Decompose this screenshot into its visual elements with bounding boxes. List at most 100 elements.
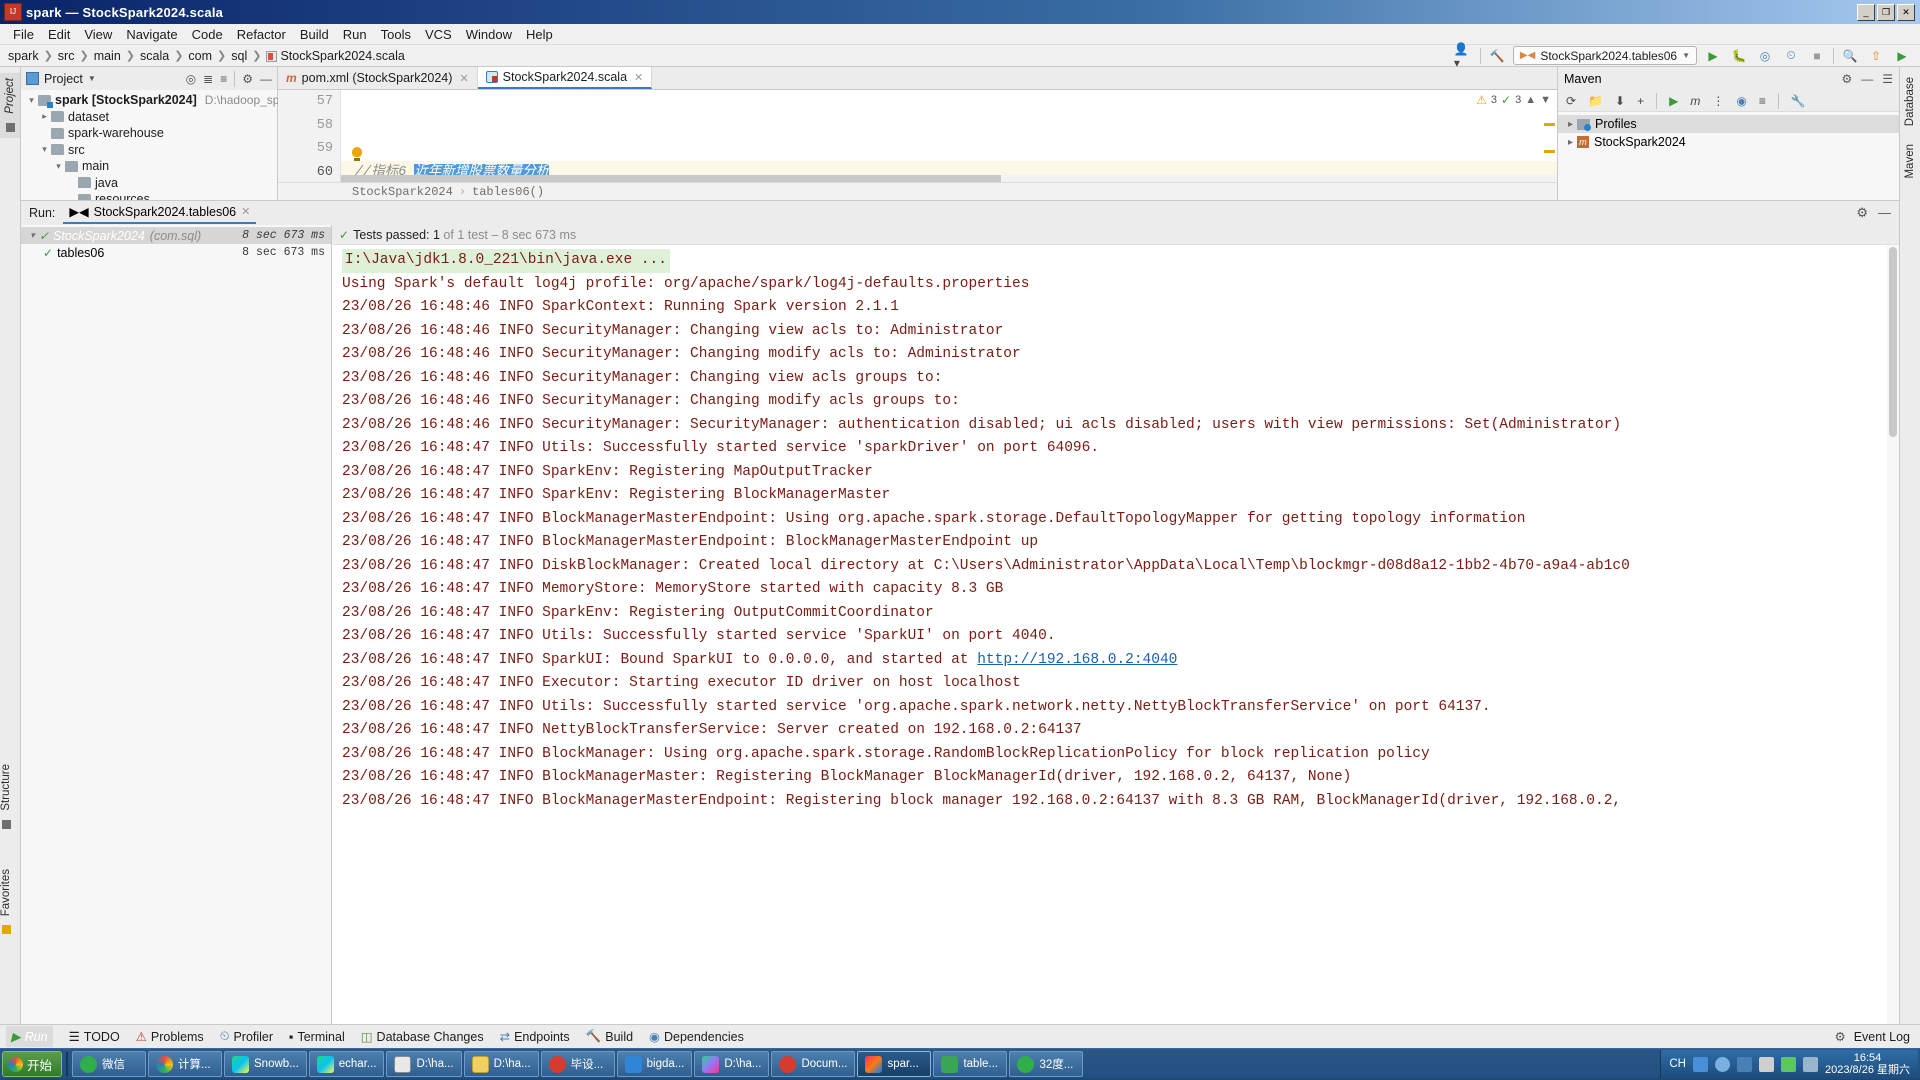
menu-tools[interactable]: Tools [374, 25, 418, 44]
tree-node-java[interactable]: java [21, 175, 277, 192]
profile-icon[interactable]: ⏲ [1781, 47, 1801, 65]
close-icon[interactable]: ✕ [241, 205, 250, 218]
code-area[interactable]: 57 58 59 60 //指标6 近年新增股票数量分析 ⚠ 3 ✓ 3 ▲ ▼… [278, 90, 1557, 200]
sidebar-item-favorites[interactable]: Favorites [0, 865, 12, 939]
tool-window-run[interactable]: ▶ Run [6, 1026, 53, 1047]
breadcrumb-main[interactable]: main [94, 49, 121, 63]
maximize-button[interactable]: ❐ [1877, 3, 1895, 21]
chevron-down-icon[interactable]: ▾ [38, 144, 51, 155]
taskbar-button-excel[interactable]: table... [933, 1051, 1008, 1077]
chevron-right-icon[interactable]: ▸ [1564, 137, 1577, 148]
sidebar-item-maven[interactable]: Maven [1900, 140, 1920, 183]
run-icon[interactable]: ▶ [1703, 47, 1723, 65]
tab-pom-xml[interactable]: m pom.xml (StockSpark2024) ✕ [278, 67, 478, 89]
code-line[interactable] [341, 114, 1557, 138]
chevron-right-icon[interactable]: ▸ [1564, 119, 1577, 130]
taskbar-button-snail[interactable]: 毕设... [540, 1051, 615, 1077]
tool-window-todo[interactable]: ☰ TODO [69, 1029, 120, 1045]
scrollbar-thumb[interactable] [341, 175, 1001, 182]
tool-window-database-changes[interactable]: ◫ Database Changes [361, 1029, 484, 1045]
run-tab[interactable]: ▶◀ StockSpark2024.tables06 ✕ [63, 202, 257, 224]
run-icon[interactable]: ▶ [1669, 94, 1678, 108]
user-icon[interactable]: 👤▾ [1454, 42, 1474, 70]
breadcrumb-spark[interactable]: spark [8, 49, 39, 63]
menu-build[interactable]: Build [293, 25, 336, 44]
taskbar-button-bigdata[interactable]: bigda... [616, 1051, 693, 1077]
taskbar-button-word[interactable]: Docum... [771, 1051, 856, 1077]
taskbar-button-browser[interactable]: 计算... [148, 1051, 223, 1077]
breadcrumb-com[interactable]: com [188, 49, 212, 63]
build-hammer-icon[interactable]: 🔨 [1487, 47, 1507, 65]
share-icon[interactable]: ▶ [1892, 47, 1912, 65]
offline-icon[interactable]: ◉ [1736, 94, 1746, 108]
gear-icon[interactable]: ⚙ [1841, 72, 1852, 86]
coverage-icon[interactable]: ◎ [1755, 47, 1775, 65]
tool-window-problems[interactable]: ⚠ Problems [136, 1029, 204, 1045]
more-icon[interactable]: ☰ [1882, 72, 1893, 86]
menu-file[interactable]: File [6, 25, 41, 44]
breadcrumb-file[interactable]: StockSpark2024.scala [280, 49, 404, 63]
menu-window[interactable]: Window [459, 25, 519, 44]
stop-icon[interactable]: ■ [1807, 47, 1827, 65]
search-icon[interactable]: 🔍 [1840, 47, 1860, 65]
hide-icon[interactable]: — [1878, 205, 1891, 221]
tab-stockspark2024-scala[interactable]: StockSpark2024.scala ✕ [477, 67, 653, 89]
tool-window-dependencies[interactable]: ◉ Dependencies [649, 1029, 744, 1045]
taskbar-button-echar[interactable]: echar... [308, 1051, 385, 1077]
next-problem-icon[interactable]: ▼ [1540, 94, 1551, 106]
tree-node-spark[interactable]: ▾ spark [StockSpark2024] D:\hadoop_spark [21, 92, 296, 109]
sidebar-item-database[interactable]: Database [1900, 73, 1920, 130]
refresh-icon[interactable]: ⟳ [1566, 94, 1576, 108]
download-icon[interactable]: ⬇ [1615, 94, 1625, 108]
gear-icon[interactable]: ⚙ [242, 72, 253, 86]
battery-icon[interactable] [1781, 1056, 1796, 1072]
taskbar-button-folder[interactable]: D:\ha... [463, 1051, 539, 1077]
close-button[interactable]: ✕ [1897, 3, 1915, 21]
hide-icon[interactable]: — [1861, 72, 1873, 86]
code-line[interactable] [341, 137, 1557, 161]
intention-bulb-icon[interactable] [352, 147, 362, 161]
chevron-down-icon[interactable]: ▾ [52, 161, 65, 172]
plus-icon[interactable]: + [1637, 94, 1644, 108]
tool-window-profiler[interactable]: ⏲ Profiler [220, 1029, 273, 1044]
minimize-button[interactable]: _ [1857, 3, 1875, 21]
chevron-down-icon[interactable]: ▼ [88, 74, 96, 83]
taskbar-button-datagrip[interactable]: D:\ha... [694, 1051, 770, 1077]
cloud-icon[interactable] [1715, 1056, 1730, 1072]
skip-tests-icon[interactable]: ⋮ [1712, 94, 1724, 108]
menu-navigate[interactable]: Navigate [119, 25, 184, 44]
settings-icon[interactable]: 🔧 [1791, 94, 1806, 108]
breadcrumb-class[interactable]: StockSpark2024 [352, 185, 453, 199]
scrollbar-thumb[interactable] [1889, 247, 1897, 437]
editor-hscrollbar[interactable] [341, 175, 1557, 182]
menu-view[interactable]: View [77, 25, 119, 44]
add-folder-icon[interactable]: 📁 [1588, 94, 1603, 108]
spark-ui-link[interactable]: http://192.168.0.2:4040 [977, 652, 1177, 668]
event-log-label[interactable]: Event Log [1854, 1030, 1910, 1044]
chevron-down-icon[interactable]: ▾ [26, 230, 39, 241]
run-configuration-selector[interactable]: ▶◀ StockSpark2024.tables06 ▼ [1512, 46, 1697, 65]
breadcrumb-method[interactable]: tables06() [472, 185, 544, 199]
chevron-right-icon[interactable]: ▸ [38, 111, 51, 122]
inspection-widget[interactable]: ⚠ 3 ✓ 3 ▲ ▼ [1476, 93, 1551, 107]
taskbar-button-snowb[interactable]: Snowb... [224, 1051, 307, 1077]
volume-icon[interactable] [1759, 1056, 1774, 1072]
maven-node-stockspark2024[interactable]: ▸ StockSpark2024 [1558, 133, 1899, 151]
locate-icon[interactable]: ◎ [186, 72, 196, 86]
maven-node-profiles[interactable]: ▸ Profiles [1558, 115, 1899, 133]
menu-help[interactable]: Help [519, 25, 560, 44]
console-vscrollbar[interactable] [1887, 245, 1899, 1024]
test-node-tables06[interactable]: ✓ tables06 8 sec 673 ms [21, 244, 331, 261]
shield-icon[interactable] [1693, 1056, 1708, 1072]
menu-refactor[interactable]: Refactor [230, 25, 293, 44]
toggle-icon[interactable]: m [1690, 94, 1700, 108]
close-icon[interactable]: ✕ [634, 71, 643, 84]
close-icon[interactable]: ✕ [459, 72, 468, 85]
settings-icon[interactable] [1803, 1056, 1818, 1072]
tool-window-terminal[interactable]: ▪ Terminal [289, 1030, 345, 1044]
tree-node-dataset[interactable]: ▸ dataset [21, 109, 277, 126]
breadcrumb-scala[interactable]: scala [140, 49, 169, 63]
menu-edit[interactable]: Edit [41, 25, 77, 44]
breadcrumb-src[interactable]: src [58, 49, 75, 63]
taskbar-button-wechat[interactable]: 微信 [72, 1051, 147, 1077]
